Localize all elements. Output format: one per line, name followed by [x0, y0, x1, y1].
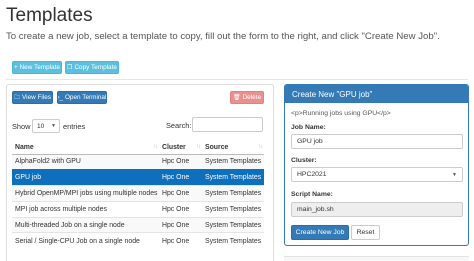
row-name: GPU job [12, 169, 159, 186]
template-description: <p>Running jobs using GPU</p> [291, 110, 391, 117]
divider [6, 79, 468, 80]
row-name: Hybrid OpenMP/MPI jobs using multiple no… [12, 185, 159, 202]
cluster-select[interactable]: HPC2021 ▼ [291, 167, 463, 182]
templates-table: Name ↑↓ Cluster ↑↓ Source ↑↓ AlphaFold2 wit… [12, 141, 264, 249]
table-row[interactable]: AlphaFold2 with GPU Hpc One System Templ… [12, 153, 264, 170]
show-label: Show [12, 122, 31, 131]
view-files-label: View Files [22, 94, 52, 101]
new-template-button[interactable]: + New Template [12, 61, 62, 74]
delete-button[interactable]: 🗑 Delete [230, 91, 264, 104]
open-terminal-label: Open Terminal [64, 94, 107, 101]
row-source: System Templates [202, 153, 264, 170]
delete-label: Delete [242, 94, 262, 101]
row-name: Serial / Single-CPU Job on a single node [12, 232, 159, 249]
page-title: Templates [6, 5, 93, 26]
copy-icon: ❐ [67, 64, 73, 71]
row-source: System Templates [202, 169, 264, 186]
view-files-button[interactable]: 🗀 View Files [12, 91, 53, 104]
new-template-label: + New Template [14, 64, 60, 71]
create-job-panel: Create New "GPU job" [284, 84, 469, 246]
row-source: System Templates [202, 185, 264, 202]
column-header-source[interactable]: Source ↑↓ [202, 141, 264, 155]
table-row[interactable]: Hybrid OpenMP/MPI jobs using multiple no… [12, 185, 264, 202]
chevron-down-icon: ▼ [51, 123, 56, 129]
search-input[interactable] [192, 117, 263, 132]
search-label: Search: [166, 121, 192, 130]
table-row-selected[interactable]: GPU job Hpc One System Templates [12, 169, 264, 186]
row-source: System Templates [202, 216, 264, 233]
table-header-row: Name ↑↓ Cluster ↑↓ Source ↑↓ [12, 141, 264, 155]
reset-button[interactable]: Reset [351, 225, 380, 240]
row-name: MPI job across multiple nodes [12, 200, 159, 218]
column-header-name[interactable]: Name ↑↓ [12, 141, 159, 155]
row-cluster: Hpc One [159, 169, 202, 186]
row-name: AlphaFold2 with GPU [12, 153, 159, 170]
panel-footer [284, 256, 469, 261]
sort-icon: ↑↓ [153, 144, 158, 150]
row-source: System Templates [202, 200, 264, 218]
terminal-icon: ›_ [57, 94, 63, 101]
chevron-down-icon: ▼ [452, 171, 457, 178]
trash-icon: 🗑 [232, 94, 241, 101]
entries-label: entries [63, 122, 86, 131]
job-name-input[interactable]: GPU job [291, 134, 463, 149]
create-job-header: Create New "GPU job" [285, 85, 468, 103]
create-new-job-button[interactable]: Create New Job [291, 225, 349, 240]
row-cluster: Hpc One [159, 153, 202, 170]
sort-icon: ↑↓ [258, 144, 263, 150]
row-source: System Templates [202, 232, 264, 249]
row-name: Multi-threaded Job on a single node [12, 216, 159, 233]
table-row[interactable]: MPI job across multiple nodes Hpc One Sy… [12, 200, 264, 218]
folder-icon: 🗀 [13, 94, 20, 101]
row-cluster: Hpc One [159, 200, 202, 218]
table-row[interactable]: Serial / Single-CPU Job on a single node… [12, 232, 264, 249]
cluster-label: Cluster: [291, 157, 317, 164]
page-subtitle: To create a new job, select a template t… [6, 31, 440, 42]
entries-select[interactable]: 10 ▼ [32, 119, 60, 133]
row-cluster: Hpc One [159, 216, 202, 233]
column-header-cluster[interactable]: Cluster ↑↓ [159, 141, 202, 155]
create-new-job-label: Create New Job [295, 229, 345, 236]
sort-icon: ↑↓ [196, 144, 201, 150]
table-row[interactable]: Multi-threaded Job on a single node Hpc … [12, 216, 264, 233]
job-name-label: Job Name: [291, 124, 326, 131]
entries-value: 10 [37, 122, 45, 130]
row-cluster: Hpc One [159, 232, 202, 249]
reset-label: Reset [356, 229, 375, 236]
copy-template-label: Copy Template [74, 64, 117, 71]
script-name-label: Script Name: [291, 191, 333, 198]
cluster-value: HPC2021 [297, 171, 327, 178]
open-terminal-button[interactable]: ›_ Open Terminal [57, 91, 107, 104]
copy-template-button[interactable]: ❐ Copy Template [65, 61, 119, 74]
row-cluster: Hpc One [159, 185, 202, 202]
script-name-input[interactable]: main_job.sh [291, 202, 463, 217]
